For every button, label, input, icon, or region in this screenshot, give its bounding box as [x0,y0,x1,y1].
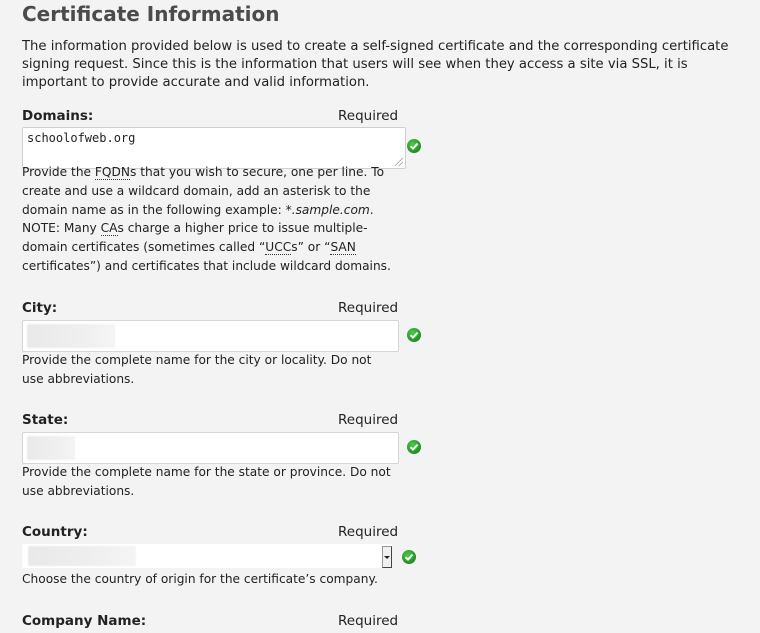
city-help-text: Provide the complete name for the city o… [22,353,372,386]
wildcard-example: *.sample.com [285,202,370,217]
ca-abbr: CA [100,221,118,237]
state-field: State: Required Provide the complete nam… [22,412,422,512]
country-select[interactable] [22,544,392,568]
city-input[interactable] [22,320,399,352]
country-help-text: Choose the country of origin for the cer… [22,572,378,586]
country-label: Country: [22,524,88,540]
state-help-text: Provide the complete name for the state … [22,465,391,498]
page-title: Certificate Information [22,2,280,26]
intro-text: The information provided below is used t… [22,39,729,90]
country-required-label: Required [338,524,399,540]
san-abbr: SAN [330,240,356,256]
state-label: State: [22,412,69,428]
city-required-label: Required [338,300,399,316]
chevron-down-icon[interactable] [382,546,392,568]
domains-required-label: Required [338,108,399,124]
fqdn-abbr: FQDN [94,165,131,180]
resize-grip-icon[interactable] [395,158,403,166]
state-required-label: Required [338,412,399,428]
domains-help-text: Provide the FQDNs that you wish to secur… [22,165,391,273]
domains-label: Domains: [22,108,94,124]
country-redacted-value [28,546,136,566]
company-field: Company Name: Required [22,613,422,633]
state-input[interactable] [22,432,399,464]
city-field: City: Required Provide the complete name… [22,300,422,400]
ucc-abbr: UCC [265,240,292,256]
country-field: Country: Required Choose the country of … [22,524,422,604]
check-circle-icon [407,440,421,454]
check-circle-icon [407,139,421,153]
check-circle-icon [402,550,416,564]
state-redacted-value [27,436,75,460]
company-label: Company Name: [22,613,147,629]
company-required-label: Required [338,613,399,629]
check-circle-icon [407,328,421,342]
domains-value: schoolofweb.org [27,131,136,145]
city-label: City: [22,300,58,316]
city-redacted-value [27,324,115,348]
certificate-form-page: Certificate Information The information … [0,0,760,633]
domains-field: Domains: Required schoolofweb.org Provid… [22,108,422,278]
